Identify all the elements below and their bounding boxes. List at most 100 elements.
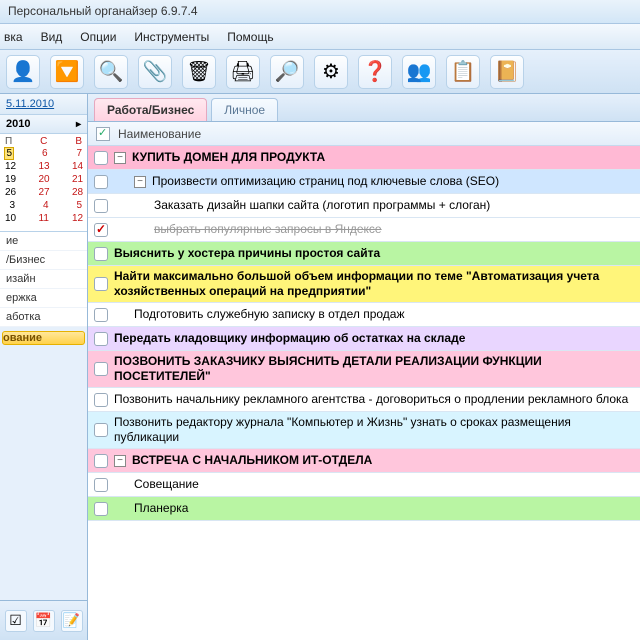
toolbar-button[interactable]: 📎 — [138, 55, 172, 89]
toolbar: 👤 🔽 🔍 📎 🗑 🖨 🔎 ⚙ ❓ 👥 📋 📔 — [0, 50, 640, 94]
toolbar-button[interactable]: 📔 — [490, 55, 524, 89]
calendar-day[interactable]: 14 — [72, 161, 82, 172]
toolbar-button[interactable]: 👥 — [402, 55, 436, 89]
task-row[interactable]: Планерка — [88, 497, 640, 521]
category-item[interactable]: ержка — [0, 289, 87, 308]
calendar-weekday: С — [40, 136, 47, 147]
left-bottom-bar: ☑ 📅 📝 — [0, 600, 87, 640]
task-text: Выяснить у хостера причины простоя сайта — [114, 246, 636, 261]
task-checkbox[interactable] — [94, 478, 108, 492]
select-all-checkbox[interactable] — [96, 127, 110, 141]
task-checkbox[interactable] — [94, 277, 108, 291]
task-row[interactable]: Найти максимально большой объем информац… — [88, 266, 640, 303]
task-checkbox[interactable] — [94, 362, 108, 376]
task-checkbox[interactable] — [94, 332, 108, 346]
task-text: Подготовить служебную записку в отдел пр… — [134, 307, 636, 322]
calendar-day[interactable]: 21 — [72, 174, 82, 185]
task-text: Произвести оптимизацию страниц под ключе… — [152, 174, 636, 189]
task-checkbox[interactable] — [94, 199, 108, 213]
task-checkbox[interactable] — [94, 175, 108, 189]
calendar-day[interactable]: 3 — [5, 200, 15, 211]
view-switch-icon[interactable]: ☑ — [5, 610, 27, 632]
task-row[interactable]: выбрать популярные запросы в Яндексе — [88, 218, 640, 242]
task-row[interactable]: Совещание — [88, 473, 640, 497]
tab[interactable]: Работа/Бизнес — [94, 98, 207, 121]
task-checkbox[interactable] — [94, 423, 108, 437]
calendar-weekday: П — [5, 136, 12, 147]
task-row[interactable]: Позвонить начальнику рекламного агентств… — [88, 388, 640, 412]
task-row[interactable]: Подготовить служебную записку в отдел пр… — [88, 303, 640, 327]
task-checkbox[interactable] — [94, 247, 108, 261]
task-row[interactable]: −ВСТРЕЧА С НАЧАЛЬНИКОМ ИТ-ОТДЕЛА — [88, 449, 640, 473]
calendar-day[interactable]: 13 — [39, 161, 49, 172]
task-row[interactable]: Заказать дизайн шапки сайта (логотип про… — [88, 194, 640, 218]
window-title: Персональный органайзер 6.9.7.4 — [0, 0, 640, 24]
view-switch-icon[interactable]: 📝 — [61, 610, 83, 632]
task-row[interactable]: −Произвести оптимизацию страниц под ключ… — [88, 170, 640, 194]
toolbar-button[interactable]: 🔍 — [94, 55, 128, 89]
task-checkbox[interactable] — [94, 393, 108, 407]
date-link[interactable]: 5.11.2010 — [6, 98, 54, 110]
task-row[interactable]: Передать кладовщику информацию об остатк… — [88, 327, 640, 351]
calendar-day[interactable]: 27 — [39, 187, 49, 198]
calendar-day[interactable]: 28 — [72, 187, 82, 198]
task-text: Найти максимально большой объем информац… — [114, 269, 636, 299]
task-row[interactable]: −КУПИТЬ ДОМЕН ДЛЯ ПРОДУКТА — [88, 146, 640, 170]
expand-toggle-icon[interactable]: − — [114, 455, 126, 467]
category-item[interactable]: изайн — [0, 270, 87, 289]
toolbar-button[interactable]: 📋 — [446, 55, 480, 89]
toolbar-button[interactable]: 🔽 — [50, 55, 84, 89]
task-text: ПОЗВОНИТЬ ЗАКАЗЧИКУ ВЫЯСНИТЬ ДЕТАЛИ РЕАЛ… — [114, 354, 636, 384]
calendar-day[interactable]: 10 — [5, 213, 15, 224]
left-panel: 5.11.2010 2010 ▸ ПСВ 5671213141920212627… — [0, 94, 88, 640]
task-checkbox[interactable] — [94, 308, 108, 322]
category-item[interactable]: аботка — [0, 308, 87, 327]
tab-bar: Работа/БизнесЛичное — [88, 94, 640, 122]
expand-toggle-icon[interactable]: − — [114, 152, 126, 164]
category-selected[interactable]: ование — [2, 331, 85, 345]
calendar[interactable]: ПСВ 567121314192021262728345101112 — [0, 134, 87, 232]
task-checkbox[interactable] — [94, 151, 108, 165]
task-list: −КУПИТЬ ДОМЕН ДЛЯ ПРОДУКТА−Произвести оп… — [88, 146, 640, 640]
column-header[interactable]: Наименование — [88, 122, 640, 146]
calendar-day[interactable]: 4 — [39, 200, 49, 211]
task-row[interactable]: Позвонить редактору журнала "Компьютер и… — [88, 412, 640, 449]
calendar-day[interactable]: 6 — [38, 148, 48, 159]
task-text: Позвонить начальнику рекламного агентств… — [114, 392, 636, 407]
menu-item[interactable]: Инструменты — [134, 30, 209, 44]
task-text: ВСТРЕЧА С НАЧАЛЬНИКОМ ИТ-ОТДЕЛА — [132, 453, 636, 468]
menu-item[interactable]: Опции — [80, 30, 116, 44]
menu-item[interactable]: вка — [4, 30, 23, 44]
calendar-nav: 2010 ▸ — [0, 115, 87, 134]
task-row[interactable]: Выяснить у хостера причины простоя сайта — [88, 242, 640, 266]
calendar-day[interactable]: 5 — [4, 147, 14, 160]
category-item[interactable]: /Бизнес — [0, 251, 87, 270]
category-item[interactable]: ие — [0, 232, 87, 251]
view-switch-icon[interactable]: 📅 — [33, 610, 55, 632]
task-checkbox[interactable] — [94, 454, 108, 468]
calendar-day[interactable]: 19 — [5, 174, 15, 185]
calendar-day[interactable]: 26 — [5, 187, 15, 198]
calendar-day[interactable]: 20 — [39, 174, 49, 185]
toolbar-button[interactable]: 👤 — [6, 55, 40, 89]
menu-item[interactable]: Вид — [41, 30, 63, 44]
toolbar-button[interactable]: ⚙ — [314, 55, 348, 89]
calendar-day[interactable]: 11 — [39, 213, 49, 224]
calendar-day[interactable]: 7 — [72, 148, 82, 159]
task-checkbox[interactable] — [94, 223, 108, 237]
toolbar-button[interactable]: 🖨 — [226, 55, 260, 89]
expand-toggle-icon[interactable]: − — [134, 176, 146, 188]
task-text: КУПИТЬ ДОМЕН ДЛЯ ПРОДУКТА — [132, 150, 636, 165]
menu-item[interactable]: Помощь — [227, 30, 273, 44]
calendar-day[interactable]: 12 — [72, 213, 82, 224]
toolbar-button[interactable]: ❓ — [358, 55, 392, 89]
toolbar-button[interactable]: 🔎 — [270, 55, 304, 89]
toolbar-button[interactable]: 🗑 — [182, 55, 216, 89]
menu-bar: вка Вид Опции Инструменты Помощь — [0, 24, 640, 50]
calendar-day[interactable]: 12 — [5, 161, 15, 172]
calendar-next-icon[interactable]: ▸ — [76, 119, 81, 130]
tab[interactable]: Личное — [211, 98, 278, 121]
task-row[interactable]: ПОЗВОНИТЬ ЗАКАЗЧИКУ ВЫЯСНИТЬ ДЕТАЛИ РЕАЛ… — [88, 351, 640, 388]
task-checkbox[interactable] — [94, 502, 108, 516]
calendar-day[interactable]: 5 — [72, 200, 82, 211]
